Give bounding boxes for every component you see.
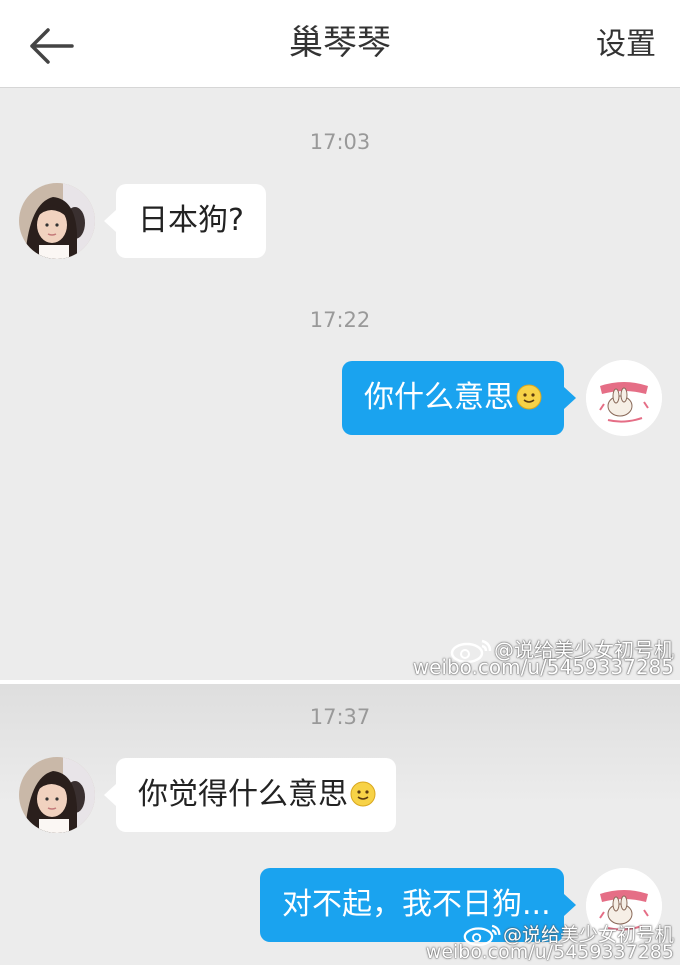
watermark-url: weibo.com/u/5459337285 bbox=[412, 655, 674, 679]
contact-avatar[interactable] bbox=[19, 183, 95, 259]
smile-emoji-icon bbox=[516, 384, 542, 410]
watermark-url: weibo.com/u/5459337285 bbox=[425, 941, 674, 963]
chat-title: 巢琴琴 bbox=[289, 23, 391, 63]
top-bar: 巢琴琴 设置 bbox=[0, 0, 680, 88]
timestamp: 17:03 bbox=[309, 130, 371, 154]
message-text: 你觉得什么意思 bbox=[138, 777, 348, 812]
my-avatar[interactable] bbox=[586, 360, 662, 436]
smile-emoji-icon bbox=[350, 781, 376, 807]
settings-button[interactable]: 设置 bbox=[596, 0, 656, 90]
timestamp: 17:22 bbox=[309, 308, 371, 332]
incoming-message[interactable]: 日本狗? bbox=[104, 184, 266, 258]
message-text: 你什么意思 bbox=[364, 380, 514, 415]
message-text: 日本狗? bbox=[138, 203, 244, 238]
incoming-message[interactable]: 你觉得什么意思 bbox=[104, 758, 396, 832]
message-text: 对不起，我不日狗... bbox=[282, 887, 551, 922]
chat-panel-1[interactable]: 17:03 日本狗? 17:22 你什么意思 bbox=[0, 88, 680, 680]
contact-avatar[interactable] bbox=[19, 757, 95, 833]
outgoing-message[interactable]: 你什么意思 bbox=[342, 361, 576, 435]
timestamp: 17:37 bbox=[309, 705, 371, 729]
